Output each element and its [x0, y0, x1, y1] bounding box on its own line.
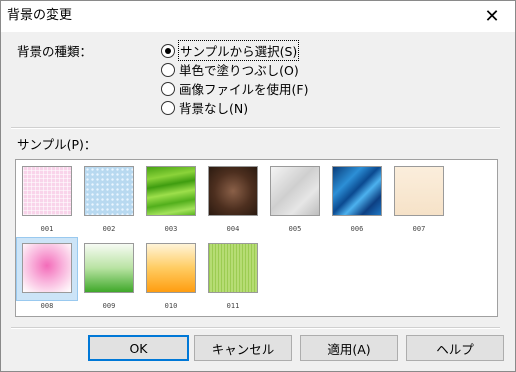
close-icon: ✕ [484, 5, 500, 27]
title-bar: 背景の変更 ✕ [1, 1, 515, 32]
sample-caption: 008 [40, 302, 54, 310]
radio-button[interactable] [161, 100, 175, 115]
radio-button[interactable] [161, 81, 175, 96]
ok-button[interactable]: OK [88, 335, 189, 361]
sample-thumbnail [84, 166, 134, 216]
radio-label: 画像ファイルを使用(F) [179, 82, 309, 97]
radio-dot-icon [165, 47, 171, 54]
sample-thumbnail [332, 166, 382, 216]
sample-list[interactable]: 001 002 003 004 005 006 007 008 009 010 … [15, 159, 498, 317]
radio-button[interactable] [161, 43, 175, 58]
sample-thumbnail [208, 243, 258, 293]
sample-thumbnail [208, 166, 258, 216]
sample-tile[interactable]: 007 [389, 161, 449, 233]
sample-caption: 007 [412, 225, 426, 233]
radio-solid-fill[interactable]: 単色で塗りつぶし(O) [161, 60, 308, 79]
sample-tile-selected[interactable]: 008 [16, 237, 78, 310]
background-type-radio-group: サンプルから選択(S) 単色で塗りつぶし(O) 画像ファイルを使用(F) 背景な… [161, 40, 308, 117]
change-background-dialog: 背景の変更 ✕ 背景の種類： サンプルから選択(S) 単色で塗りつぶし(O) 画… [0, 0, 516, 372]
radio-no-background[interactable]: 背景なし(N) [161, 98, 308, 117]
divider [11, 127, 500, 129]
apply-button[interactable]: 適用(A) [300, 335, 398, 361]
sample-thumbnail [394, 166, 444, 216]
cancel-button[interactable]: キャンセル [194, 335, 292, 361]
sample-thumbnail [146, 243, 196, 293]
sample-caption: 010 [164, 302, 178, 310]
sample-caption: 009 [102, 302, 116, 310]
radio-label: 背景なし(N) [179, 101, 249, 116]
sample-caption: 005 [288, 225, 302, 233]
sample-caption: 001 [40, 225, 54, 233]
sample-caption: 006 [350, 225, 364, 233]
help-button[interactable]: ヘルプ [406, 335, 504, 361]
sample-tile[interactable]: 001 [17, 161, 77, 233]
sample-tile[interactable]: 009 [79, 238, 139, 310]
sample-tile[interactable]: 004 [203, 161, 263, 233]
sample-tile[interactable]: 002 [79, 161, 139, 233]
sample-caption: 002 [102, 225, 116, 233]
radio-use-image-file[interactable]: 画像ファイルを使用(F) [161, 79, 308, 98]
sample-caption: 003 [164, 225, 178, 233]
background-type-label: 背景の種類： [17, 44, 93, 59]
close-button[interactable]: ✕ [471, 1, 513, 31]
radio-label: サンプルから選択(S) [177, 40, 300, 61]
sample-thumbnail [146, 166, 196, 216]
samples-label: サンプル(P)： [17, 137, 97, 152]
window-title: 背景の変更 [7, 8, 73, 23]
sample-thumbnail [22, 243, 72, 293]
sample-caption: 011 [226, 302, 240, 310]
divider [11, 327, 500, 329]
sample-tile[interactable]: 011 [203, 238, 263, 310]
radio-select-from-sample[interactable]: サンプルから選択(S) [161, 40, 308, 61]
sample-tile[interactable]: 010 [141, 238, 201, 310]
sample-caption: 004 [226, 225, 240, 233]
sample-thumbnail [270, 166, 320, 216]
sample-thumbnail [84, 243, 134, 293]
sample-thumbnail [22, 166, 72, 216]
radio-label: 単色で塗りつぶし(O) [179, 63, 299, 78]
sample-tile[interactable]: 006 [327, 161, 387, 233]
sample-tile[interactable]: 005 [265, 161, 325, 233]
sample-tile[interactable]: 003 [141, 161, 201, 233]
radio-button[interactable] [161, 62, 175, 77]
